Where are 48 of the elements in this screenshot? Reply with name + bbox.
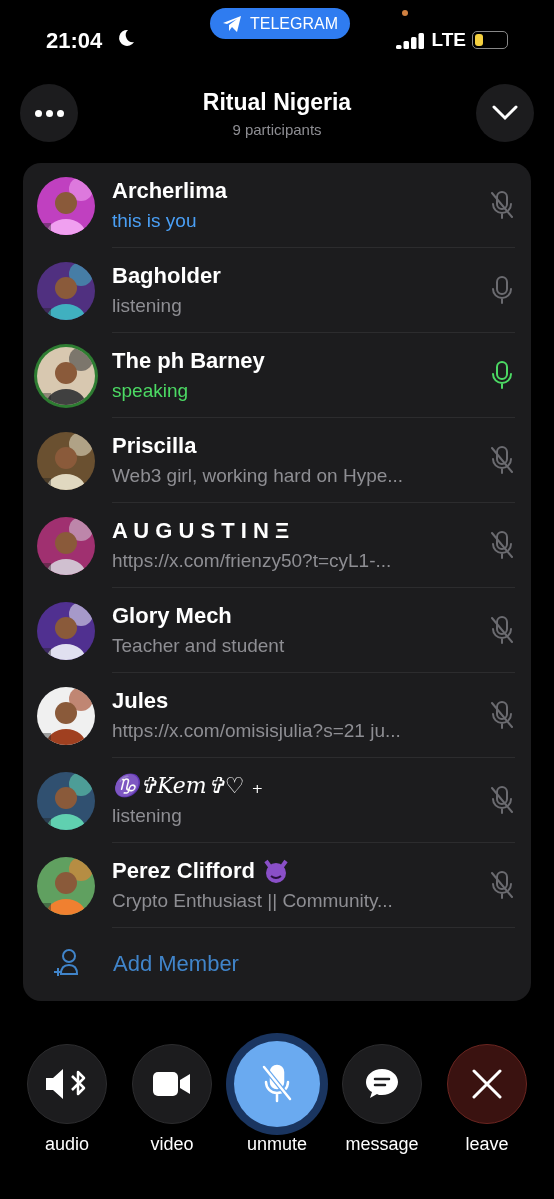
participant-status: this is you: [112, 209, 198, 234]
participant-name: Glory Mech: [112, 602, 232, 631]
participant-row[interactable]: The ph Barney speaking: [23, 333, 531, 418]
participant-name: Archerlima: [112, 177, 227, 206]
participant-name: The ph Barney: [112, 347, 265, 376]
participant-name: A U G U S T I N Ξ: [112, 517, 290, 546]
call-title: Ritual Nigeria: [202, 87, 352, 117]
network-label: LTE: [431, 27, 466, 52]
participant-status: https://x.com/frienzy50?t=cyL1-...: [112, 549, 393, 574]
participant-row[interactable]: Jules https://x.com/omisisjulia?s=21 ju...: [23, 673, 531, 758]
participant-status: Teacher and student: [112, 634, 286, 659]
participant-row[interactable]: A U G U S T I N Ξ https://x.com/frienzy50?t=cyL1-...: [23, 503, 531, 588]
muted-mic-icon: [262, 1064, 292, 1104]
app-name: TELEGRAM: [250, 13, 338, 34]
participant-status: listening: [112, 804, 183, 829]
participant-name: ♑✞Kem✞♡ ₊: [112, 772, 264, 801]
signal-icon: [395, 31, 426, 49]
participant-name: Jules: [112, 687, 169, 716]
participant-status: Crypto Enthusiast || Community...: [112, 889, 394, 914]
participant-row[interactable]: Priscilla Web3 girl, working hard on Hype...: [23, 418, 531, 503]
control-label: message: [345, 1133, 419, 1156]
participant-row[interactable]: Glory Mech Teacher and student: [23, 588, 531, 673]
participant-name: Perez Clifford: [112, 857, 256, 886]
participant-status: speaking: [112, 379, 190, 404]
participant-count: 9 participants: [232, 120, 322, 140]
paper-plane-icon: [222, 14, 242, 33]
close-icon: [472, 1069, 502, 1099]
participant-row[interactable]: Perez Clifford Crypto Enthusiast || Community...: [23, 843, 531, 928]
battery-icon: [472, 31, 508, 49]
control-label: video: [150, 1133, 194, 1156]
participant-name: Bagholder: [112, 262, 221, 291]
participant-status: https://x.com/omisisjulia?s=21 ju...: [112, 719, 402, 744]
chevron-down-icon: [492, 105, 518, 121]
participant-row[interactable]: ♑✞Kem✞♡ ₊ listening: [23, 758, 531, 843]
participant-status: listening: [112, 294, 183, 319]
participant-row[interactable]: Bagholder listening: [23, 248, 531, 333]
moon-icon: [116, 28, 136, 48]
app-pill[interactable]: TELEGRAM: [210, 8, 350, 39]
add-member-link[interactable]: Add Member: [113, 946, 239, 980]
control-label: leave: [465, 1133, 509, 1156]
participant-name: Priscilla: [112, 432, 197, 461]
clock-time: 21:04: [46, 26, 103, 55]
participant-status: Web3 girl, working hard on Hype...: [112, 464, 405, 489]
add-person-icon: [53, 948, 81, 978]
control-label: audio: [44, 1133, 89, 1156]
participant-row[interactable]: Archerlima this is you: [23, 163, 531, 248]
control-label: unmute: [246, 1133, 307, 1156]
video-camera-icon: [153, 1071, 191, 1097]
